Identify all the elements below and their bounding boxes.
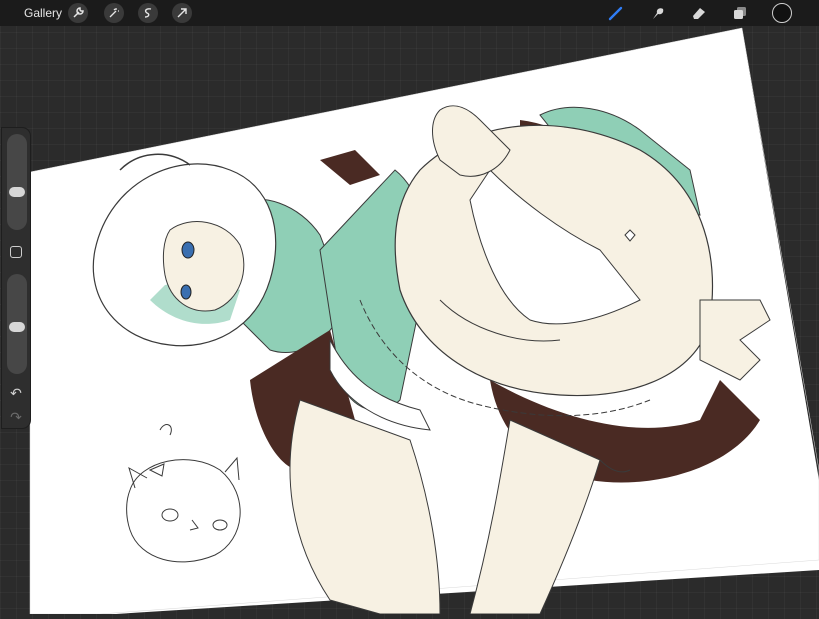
eraser-icon[interactable] xyxy=(688,3,710,23)
brush-size-knob[interactable] xyxy=(9,187,25,197)
wrench-icon[interactable] xyxy=(68,3,88,23)
color-picker-button[interactable] xyxy=(772,3,792,23)
opacity-slider[interactable] xyxy=(7,274,27,374)
undo-arrow-icon[interactable]: ↶ xyxy=(8,386,24,402)
drawing-canvas[interactable] xyxy=(0,0,819,615)
top-toolbar: Gallery xyxy=(0,0,819,26)
smudge-icon[interactable] xyxy=(647,3,669,23)
brush-icon[interactable] xyxy=(605,3,627,23)
square-icon[interactable] xyxy=(10,246,22,258)
artwork[interactable] xyxy=(0,0,819,615)
brush-size-slider[interactable] xyxy=(7,134,27,230)
eye-left xyxy=(181,241,195,259)
magic-wand-icon[interactable] xyxy=(104,3,124,23)
layers-icon[interactable] xyxy=(729,3,751,23)
left-sidebar: ↶ ↷ xyxy=(2,128,30,428)
gallery-button[interactable]: Gallery xyxy=(24,6,62,20)
opacity-knob[interactable] xyxy=(9,322,25,332)
transform-arrow-icon[interactable] xyxy=(172,3,192,23)
redo-arrow-icon[interactable]: ↷ xyxy=(8,410,24,426)
eye-right xyxy=(180,284,192,300)
face xyxy=(162,221,245,312)
selection-icon[interactable] xyxy=(138,3,158,23)
